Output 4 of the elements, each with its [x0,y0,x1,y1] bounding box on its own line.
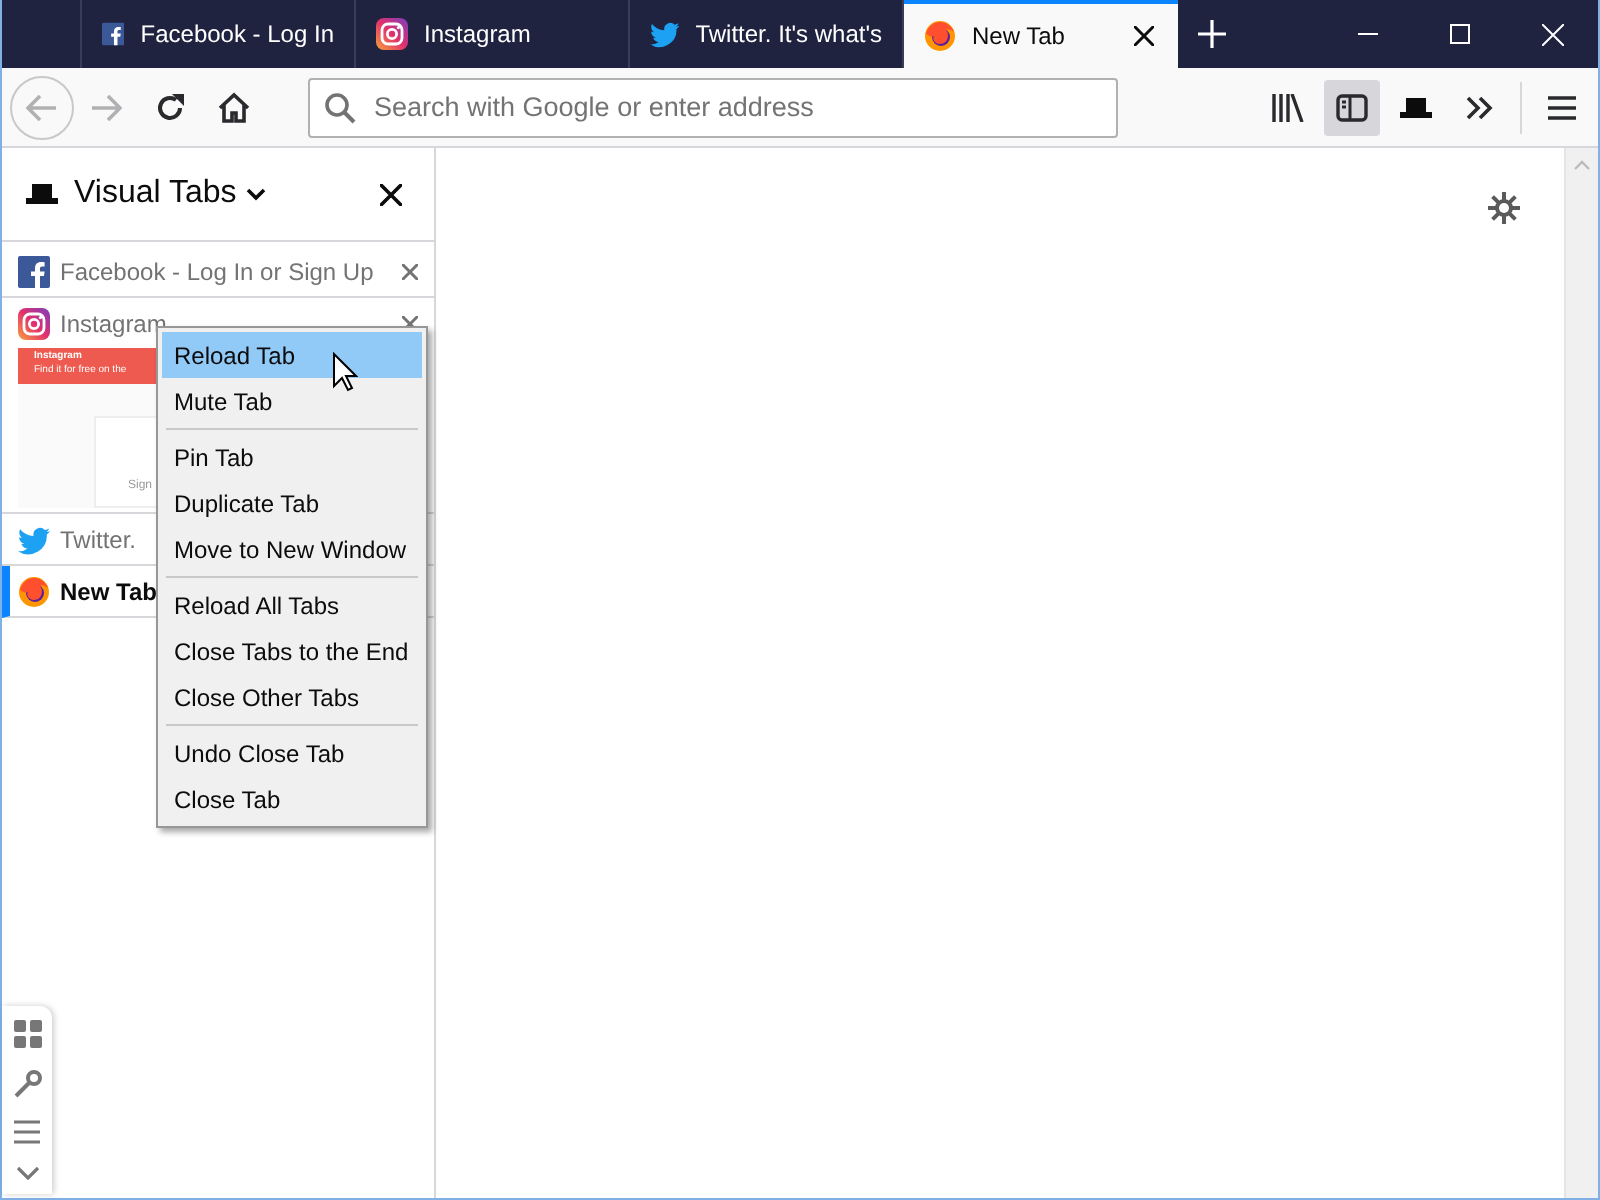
tab-title: Facebook - Log In [140,18,334,52]
tab-title: New Tab [972,20,1067,54]
tab-title: Twitter. It's what's [695,18,882,52]
tab-title: Instagram [424,18,533,52]
